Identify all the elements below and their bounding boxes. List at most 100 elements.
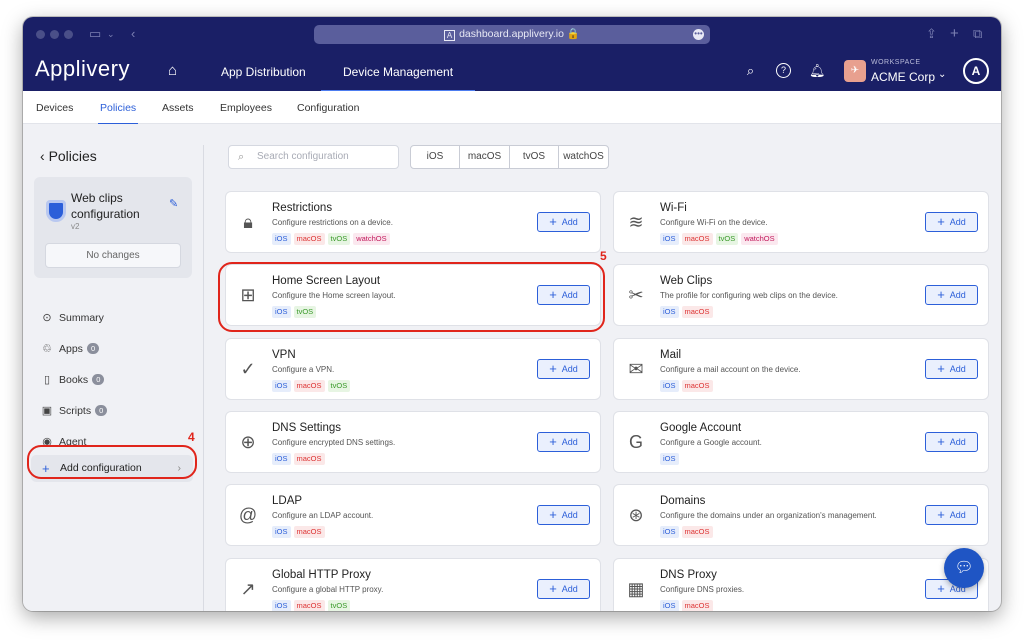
- globe-domains-icon: ⊛: [628, 505, 644, 526]
- chevron-down-icon[interactable]: ⌄: [938, 69, 946, 80]
- config-card[interactable]: @ LDAP Configure an LDAP account. iOS macOS +…: [225, 484, 601, 547]
- chevron-left-icon: ‹: [40, 148, 45, 164]
- config-title: Domains: [660, 495, 706, 508]
- sidebar-item-scripts[interactable]: ▣ Scripts 0: [40, 404, 108, 417]
- platform-tags: iOS macOS: [272, 452, 325, 465]
- config-title: DNS Proxy: [660, 568, 717, 581]
- filter-macos[interactable]: macOS: [460, 146, 510, 168]
- config-card[interactable]: ✉ Mail Configure a mail account on the dev…: [613, 337, 989, 400]
- search-icon[interactable]: ⌕: [743, 63, 758, 78]
- zoom-dot[interactable]: [64, 30, 73, 39]
- minimize-dot[interactable]: [50, 30, 59, 39]
- config-card[interactable]: ≋ Wi-Fi Configure Wi-Fi on the device. iOS m…: [613, 191, 989, 253]
- config-card[interactable]: ⊛ Domains Configure the domains under an o…: [613, 484, 989, 547]
- config-description: Configure Wi-Fi on the device.: [660, 218, 768, 227]
- home-icon[interactable]: ⌂: [168, 62, 177, 79]
- policy-card: Web clips configuration v2 ✎ No changes: [34, 177, 192, 278]
- config-card[interactable]: 🔒︎ Restrictions Configure restrictions on …: [225, 191, 601, 253]
- tabs-overview-icon[interactable]: ⧉: [973, 26, 982, 42]
- sidebar-item-summary[interactable]: ⊙ Summary: [40, 311, 104, 324]
- add-label: Add: [561, 363, 578, 374]
- bell-icon[interactable]: 🔔︎: [809, 63, 826, 78]
- status-button[interactable]: No changes: [45, 243, 181, 268]
- platform-tags: iOS: [660, 452, 679, 465]
- subtab-assets[interactable]: Assets: [162, 102, 194, 114]
- more-icon[interactable]: •••: [693, 29, 704, 40]
- add-button[interactable]: + Add: [537, 212, 590, 232]
- platform-tag: macOS: [293, 233, 325, 245]
- chevron-down-icon[interactable]: ⌄: [107, 26, 115, 42]
- add-button[interactable]: + Add: [925, 431, 978, 452]
- sidebar-item-books[interactable]: ▯ Books 0: [40, 373, 105, 386]
- platform-tags: iOS macOS: [660, 526, 713, 539]
- platform-tag: tvOS: [715, 233, 739, 245]
- plus-icon: +: [937, 580, 945, 596]
- sidebar-item-apps[interactable]: ♲ Apps 0: [40, 342, 100, 355]
- workspace-icon[interactable]: ✈: [844, 60, 866, 82]
- add-button[interactable]: + Add: [537, 431, 590, 452]
- subtab-configuration[interactable]: Configuration: [297, 102, 359, 114]
- add-button[interactable]: + Add: [925, 212, 978, 232]
- platform-tag: macOS: [293, 452, 325, 465]
- tab-app-distribution[interactable]: App Distribution: [221, 65, 306, 79]
- avatar[interactable]: A: [963, 58, 989, 84]
- new-tab-icon[interactable]: +: [950, 26, 959, 42]
- plus-icon: +: [549, 507, 557, 523]
- lock-icon: 🔒︎: [243, 212, 253, 232]
- filter-watchos[interactable]: watchOS: [559, 146, 608, 168]
- platform-tag: tvOS: [327, 379, 351, 392]
- reader-icon[interactable]: A: [444, 30, 456, 41]
- config-card[interactable]: ▦ DNS Proxy Configure DNS proxies. iOS macOS…: [613, 557, 989, 611]
- config-card[interactable]: ✓ VPN Configure a VPN. iOS macOS tvOS + Add: [225, 337, 601, 400]
- subtab-employees[interactable]: Employees: [220, 102, 272, 114]
- platform-tags: iOS macOS: [272, 526, 325, 539]
- platform-tag: iOS: [272, 233, 291, 245]
- search-icon: ⌕: [238, 151, 245, 163]
- add-button[interactable]: + Add: [925, 505, 978, 526]
- platform-tag: iOS: [272, 379, 291, 392]
- workspace-name[interactable]: ACME Corp: [871, 70, 935, 84]
- add-label: Add: [949, 363, 966, 374]
- config-card[interactable]: ⊕ DNS Settings Configure encrypted DNS set…: [225, 410, 601, 473]
- chat-button[interactable]: 💬︎: [944, 548, 984, 588]
- config-card[interactable]: ↗ Global HTTP Proxy Configure a global HTT…: [225, 557, 601, 611]
- platform-tags: iOS macOS tvOS: [272, 379, 351, 392]
- platform-tag: macOS: [293, 599, 325, 611]
- back-arrow-icon[interactable]: ‹: [131, 26, 135, 42]
- sidebar-toggle-icon[interactable]: ▭: [89, 26, 101, 42]
- search-input[interactable]: ⌕ Search configuration: [228, 145, 399, 169]
- config-card[interactable]: ✂ Web Clips The profile for configuring we…: [613, 264, 989, 327]
- platform-tag: macOS: [681, 233, 713, 245]
- edit-pencil-icon[interactable]: ✎: [169, 197, 178, 210]
- add-button[interactable]: + Add: [925, 285, 978, 306]
- back-to-policies[interactable]: ‹ Policies: [40, 148, 97, 164]
- add-button[interactable]: + Add: [537, 505, 590, 526]
- share-icon[interactable]: ⇪: [926, 26, 937, 42]
- subtab-devices[interactable]: Devices: [36, 102, 73, 114]
- add-button[interactable]: + Add: [537, 358, 590, 379]
- close-dot[interactable]: [36, 30, 45, 39]
- add-button[interactable]: + Add: [925, 358, 978, 379]
- count-badge: 0: [86, 343, 100, 354]
- subtab-policies[interactable]: Policies: [97, 102, 139, 125]
- summary-icon: ⊙: [42, 312, 52, 324]
- browser-chrome: ▭ ⌄ ‹ Adashboard.applivery.io 🔒 ••• ⇪ + …: [23, 17, 1001, 51]
- app-logo[interactable]: Applivery: [35, 56, 130, 82]
- platform-tags: iOS macOS: [660, 306, 713, 319]
- filter-ios[interactable]: iOS: [411, 146, 460, 168]
- filter-tvos[interactable]: tvOS: [510, 146, 559, 168]
- scripts-icon: ▣: [41, 405, 53, 417]
- plus-icon: +: [549, 433, 557, 449]
- config-title: Wi-Fi: [660, 202, 687, 214]
- add-button[interactable]: + Add: [537, 578, 590, 599]
- config-title: Google Account: [660, 421, 742, 434]
- config-card[interactable]: G Google Account Configure a Google accoun…: [613, 410, 989, 473]
- config-title: Mail: [660, 348, 682, 361]
- tab-device-management[interactable]: Device Management: [320, 65, 476, 93]
- add-label: Add: [561, 583, 578, 594]
- help-icon[interactable]: ?: [776, 63, 791, 78]
- address-bar[interactable]: Adashboard.applivery.io 🔒 •••: [314, 25, 710, 44]
- at-icon: @: [238, 505, 258, 526]
- config-title: LDAP: [272, 495, 303, 508]
- platform-tag: iOS: [272, 599, 291, 611]
